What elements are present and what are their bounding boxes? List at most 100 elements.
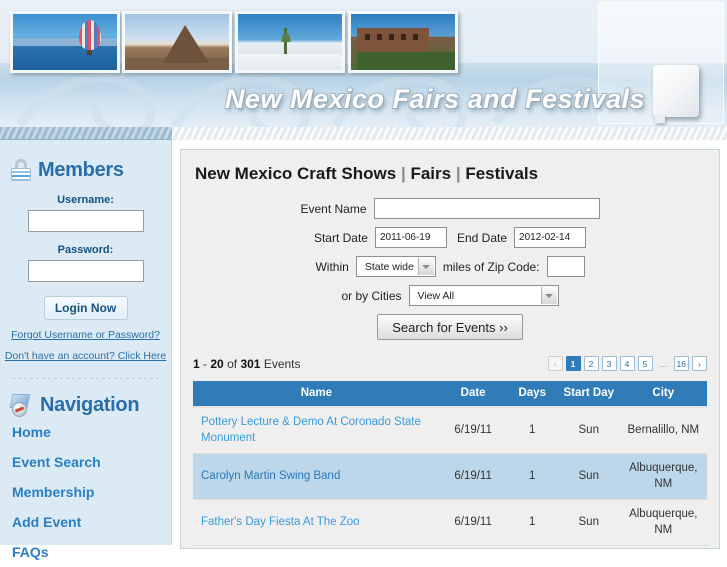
event-name-link[interactable]: Carolyn Martin Swing Band xyxy=(201,470,340,482)
login-button[interactable]: Login Now xyxy=(43,296,128,320)
event-city-cell: Albuquerque, NM xyxy=(619,453,707,501)
site-header: New Mexico Fairs and Festivals xyxy=(0,0,727,130)
event-name-cell: Pottery Lecture & Demo At Coronado State… xyxy=(193,407,440,455)
within-zip-row: Within State wide miles of Zip Code: xyxy=(181,256,719,277)
events-table: Name Date Days Start Day City Pottery Le… xyxy=(193,381,707,547)
results-of-word: of xyxy=(227,356,238,371)
pagination-prev[interactable]: ‹ xyxy=(547,356,563,371)
site-title: New Mexico Fairs and Festivals xyxy=(225,84,646,114)
event-name-cell: Father's Day Fiesta At The Zoo xyxy=(193,499,440,547)
column-header-city[interactable]: City xyxy=(619,381,707,409)
white-sands-yucca-photo xyxy=(235,11,345,73)
event-city-cell: Albuquerque, NM xyxy=(619,499,707,547)
event-days-cell: 1 xyxy=(506,499,558,547)
hatch-divider-left xyxy=(0,127,172,140)
event-name-row: Event Name xyxy=(181,198,719,219)
within-label: Within xyxy=(315,259,349,274)
event-days-cell: 1 xyxy=(506,453,558,501)
results-range-dash: - xyxy=(203,356,208,371)
within-distance-value: State wide xyxy=(364,260,414,273)
event-start-day-cell: Sun xyxy=(557,407,620,455)
end-date-label: End Date xyxy=(456,230,508,245)
pagination-page-2[interactable]: 2 xyxy=(583,356,599,371)
date-range-row: Start Date End Date xyxy=(181,227,719,248)
username-input[interactable] xyxy=(27,210,144,232)
rock-formation-photo xyxy=(122,11,232,73)
start-date-input[interactable] xyxy=(374,227,447,248)
pagination-page-4[interactable]: 4 xyxy=(619,356,635,371)
hot-air-balloon-photo xyxy=(10,11,120,73)
table-row: Carolyn Martin Swing Band 6/19/11 1 Sun … xyxy=(193,453,707,501)
event-name-input[interactable] xyxy=(373,198,600,219)
pagination-page-3[interactable]: 3 xyxy=(601,356,617,371)
pagination-page-1[interactable]: 1 xyxy=(565,356,581,371)
results-range-start: 1 xyxy=(193,356,200,371)
event-start-day-cell: Sun xyxy=(557,453,620,501)
create-account-link[interactable]: Don't have an account? Click Here xyxy=(0,350,171,362)
event-name-label: Event Name xyxy=(300,201,367,216)
new-mexico-state-shape xyxy=(653,65,699,123)
cities-row: or by Cities View All xyxy=(181,285,719,306)
event-search-form: Event Name Start Date End Date Within St… xyxy=(181,198,719,340)
sidebar: Members Username: Password: Login Now Fo… xyxy=(0,140,172,560)
page-title-part1: New Mexico Craft Shows xyxy=(195,164,397,183)
event-name-cell: Carolyn Martin Swing Band xyxy=(193,453,440,501)
sidebar-item-add-event[interactable]: Add Event xyxy=(0,507,171,537)
event-name-link[interactable]: Pottery Lecture & Demo At Coronado State… xyxy=(201,416,421,444)
members-heading-label: Members xyxy=(38,158,124,181)
zip-code-input[interactable] xyxy=(546,256,585,277)
search-for-events-button[interactable]: Search for Events ›› xyxy=(377,314,523,340)
start-date-label: Start Date xyxy=(313,230,368,245)
column-header-days[interactable]: Days xyxy=(506,381,558,409)
page-title-part3: Festivals xyxy=(465,164,539,183)
cities-label: or by Cities xyxy=(341,288,402,303)
lock-icon xyxy=(10,158,32,182)
pagination: ‹ 1 2 3 4 5 … 16 › xyxy=(547,356,707,371)
navigation-panel-heading: Navigation xyxy=(0,393,171,417)
event-days-cell: 1 xyxy=(506,407,558,455)
page-title-sep1: | xyxy=(400,164,406,183)
event-date-cell: 6/19/11 xyxy=(439,499,507,547)
column-header-date[interactable]: Date xyxy=(439,381,507,409)
chevron-down-icon xyxy=(417,258,434,275)
adobe-building-photo xyxy=(348,11,458,73)
hatch-divider-right xyxy=(172,127,727,140)
page-title-sep2: | xyxy=(455,164,461,183)
end-date-input[interactable] xyxy=(514,227,587,248)
main-content: New Mexico Craft Shows | Fairs | Festiva… xyxy=(180,149,720,549)
results-range-end: 20 xyxy=(210,356,224,371)
username-label: Username: xyxy=(57,194,114,206)
page-title: New Mexico Craft Shows | Fairs | Festiva… xyxy=(195,164,719,184)
pagination-ellipsis: … xyxy=(658,358,668,369)
sidebar-item-home[interactable]: Home xyxy=(0,417,171,447)
miles-of-zip-label: miles of Zip Code: xyxy=(442,259,540,274)
sidebar-item-event-search[interactable]: Event Search xyxy=(0,447,171,477)
event-date-cell: 6/19/11 xyxy=(439,453,507,501)
event-name-link[interactable]: Father's Day Fiesta At The Zoo xyxy=(201,516,360,528)
table-header-row: Name Date Days Start Day City xyxy=(193,381,707,409)
cities-select[interactable]: View All xyxy=(408,285,559,306)
results-count: 1 - 20 of 301 Events xyxy=(193,357,301,371)
sidebar-divider xyxy=(12,378,159,379)
column-header-start-day[interactable]: Start Day xyxy=(557,381,620,409)
column-header-name[interactable]: Name xyxy=(193,381,440,409)
chevron-down-icon xyxy=(540,287,557,304)
within-distance-select[interactable]: State wide xyxy=(355,256,436,277)
results-bar: 1 - 20 of 301 Events ‹ 1 2 3 4 5 … 16 › xyxy=(193,356,707,371)
pagination-page-16[interactable]: 16 xyxy=(673,356,689,371)
forgot-credentials-link[interactable]: Forgot Username or Password? xyxy=(0,329,171,341)
pagination-next[interactable]: › xyxy=(692,356,707,371)
table-row: Pottery Lecture & Demo At Coronado State… xyxy=(193,407,707,455)
event-start-day-cell: Sun xyxy=(557,499,620,547)
compass-map-icon xyxy=(9,393,34,417)
password-input[interactable] xyxy=(27,260,144,282)
cities-value: View All xyxy=(417,289,455,302)
pagination-page-5[interactable]: 5 xyxy=(637,356,653,371)
sidebar-item-faqs[interactable]: FAQs xyxy=(0,537,171,567)
event-city-cell: Bernalillo, NM xyxy=(619,407,707,455)
results-total: 301 xyxy=(240,356,261,371)
event-date-cell: 6/19/11 xyxy=(439,407,507,455)
table-row: Father's Day Fiesta At The Zoo 6/19/11 1… xyxy=(193,499,707,547)
sidebar-item-membership[interactable]: Membership xyxy=(0,477,171,507)
navigation-heading-label: Navigation xyxy=(40,393,140,416)
